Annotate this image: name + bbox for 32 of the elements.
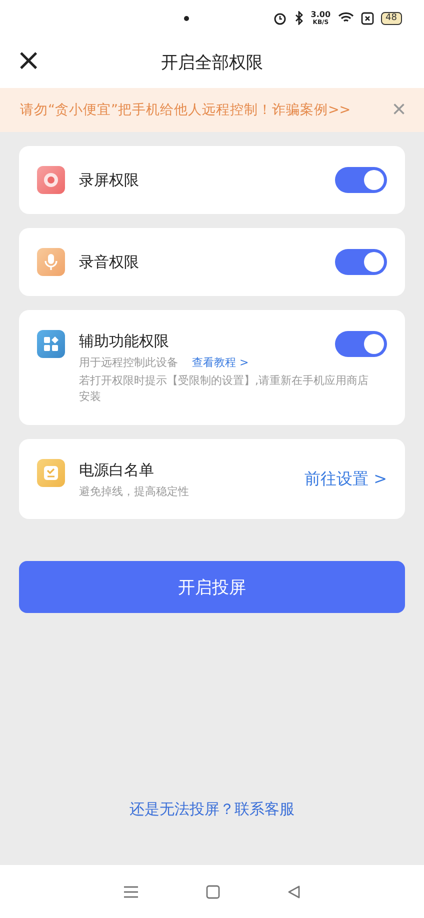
grid-icon [37,330,65,358]
warning-text[interactable]: 请勿“贪小便宜”把手机给他人远程控制！诈骗案例>> [20,101,351,119]
permission-description: 用于远程控制此设备 [79,355,178,370]
network-speed: 3.00 [310,10,331,18]
permission-title: 辅助功能权限 [79,331,170,352]
battery-icon: 48 [380,12,402,24]
close-button[interactable]: × [12,44,46,78]
permission-title: 电源白名单 [79,460,155,481]
permission-note: 若打开权限时提示【受限制的设置】,请重新在手机应用商店安装 [79,373,370,405]
back-icon[interactable] [286,884,301,898]
settings-link[interactable]: 前往设置 > [304,468,387,490]
menu-icon[interactable] [123,884,140,898]
microphone-icon [37,248,65,276]
wifi-icon [338,12,354,24]
notification-dot-icon [184,16,189,20]
home-icon[interactable] [206,884,220,898]
permission-description: 避免掉线，提高稳定性 [79,484,189,499]
toggle-switch[interactable] [335,167,387,193]
page-title: 开启全部权限 [161,52,263,74]
toggle-switch[interactable] [335,331,387,357]
permission-title: 录屏权限 [79,170,140,191]
alarm-icon [272,11,287,25]
toggle-switch[interactable] [335,249,387,275]
checklist-icon [37,459,65,487]
sim-icon [360,12,374,24]
record-icon [37,166,65,194]
tutorial-link[interactable]: 查看教程 > [192,355,249,370]
start-casting-button[interactable]: 开启投屏 [19,561,405,613]
bluetooth-icon [294,11,304,25]
permission-title: 录音权限 [79,252,140,273]
contact-support-link[interactable]: 还是无法投屏？联系客服 [130,800,294,819]
close-button[interactable]: × [392,98,406,122]
